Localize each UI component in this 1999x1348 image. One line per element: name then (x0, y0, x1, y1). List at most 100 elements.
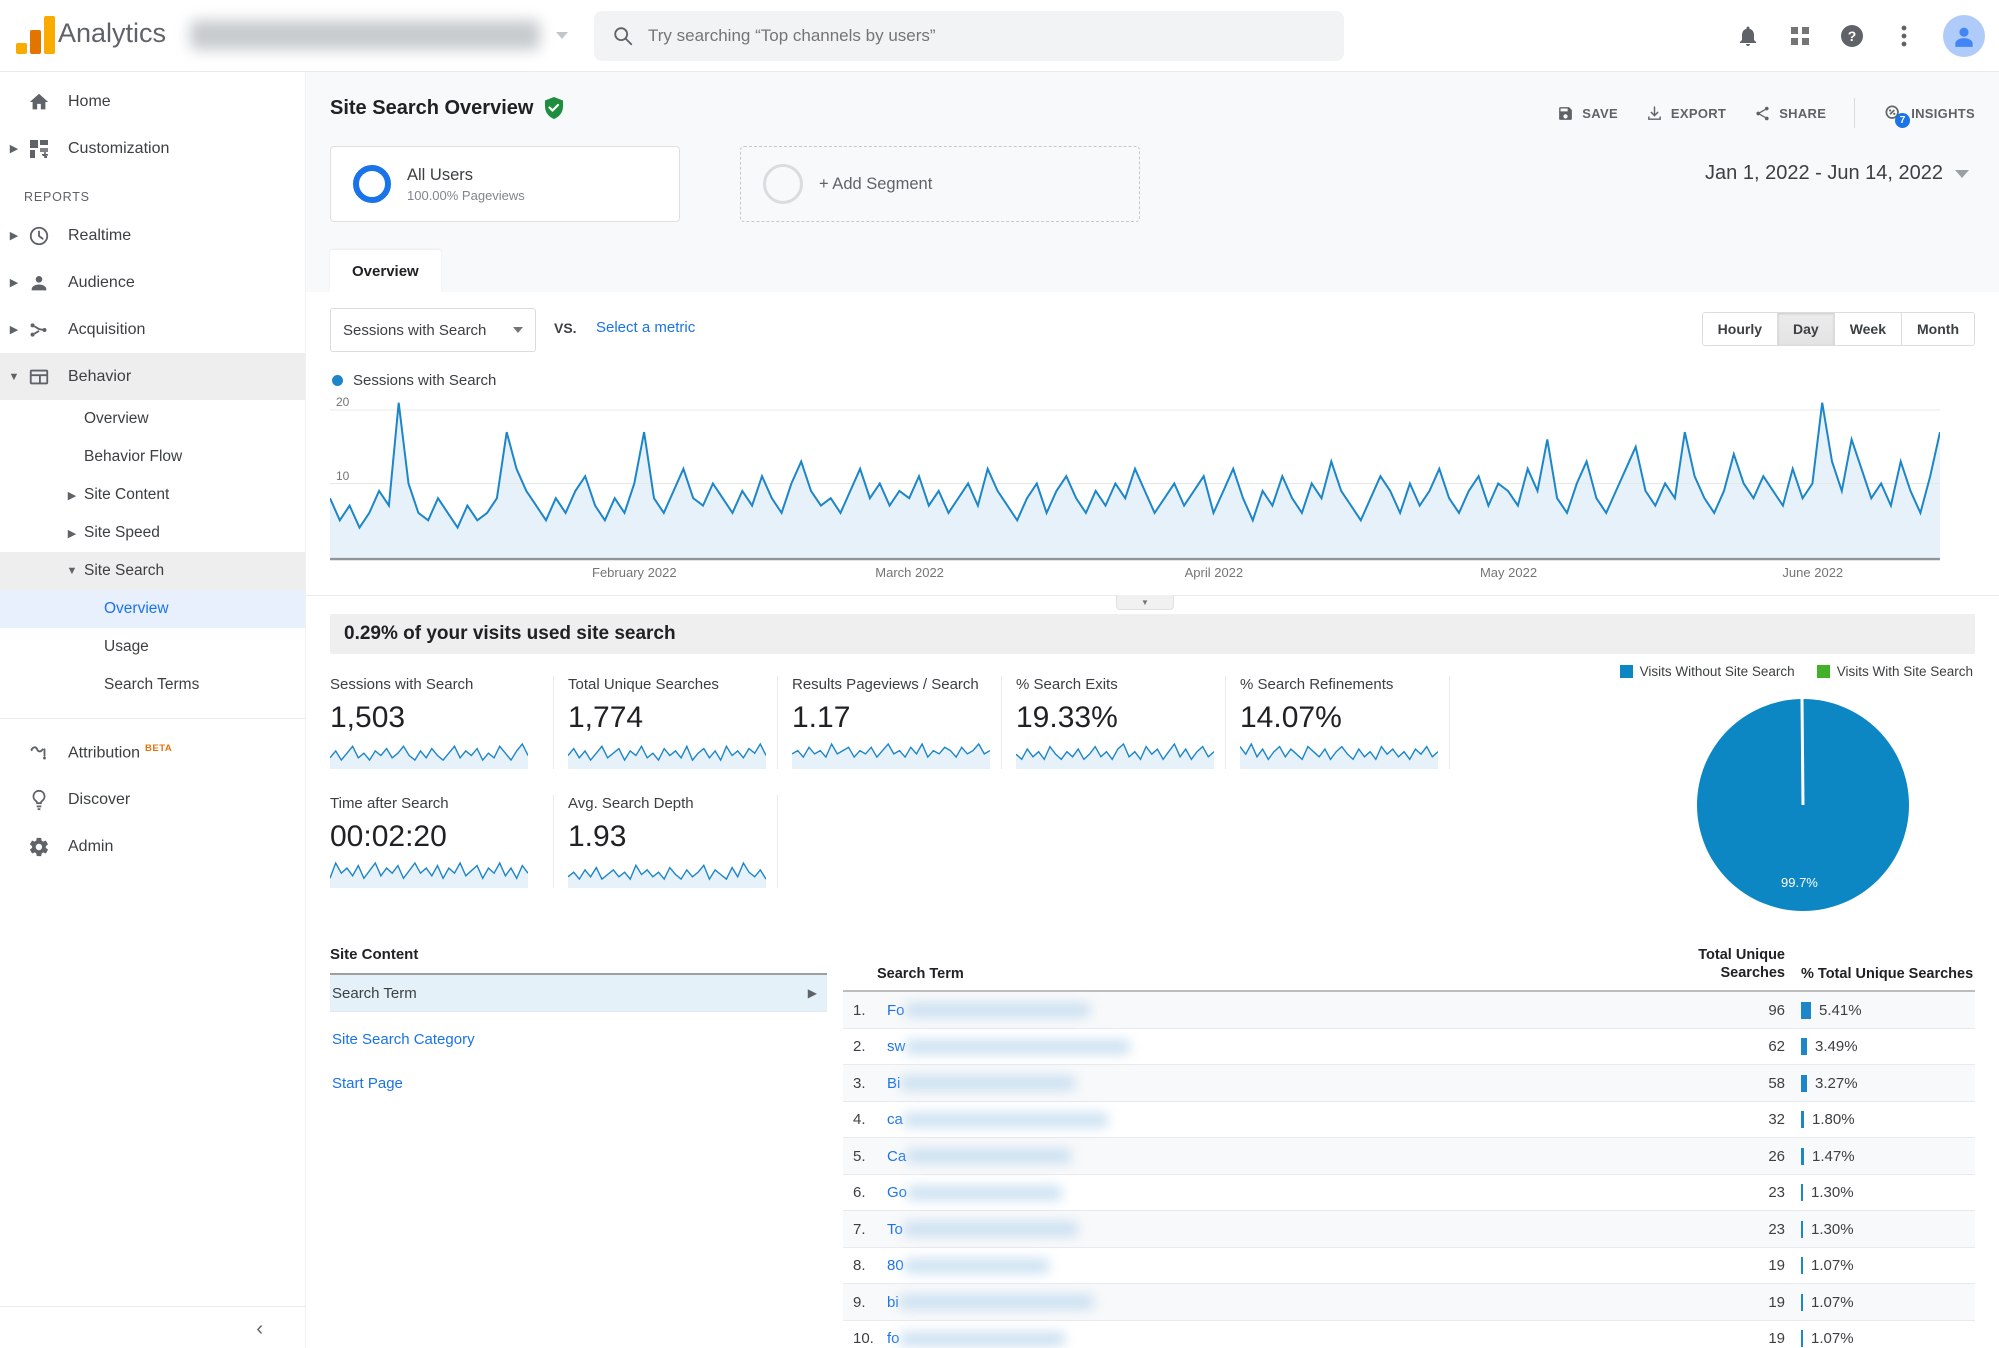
sidebar-item-behavior-flow[interactable]: Behavior Flow (0, 438, 305, 476)
sidebar-item-site-speed[interactable]: ▶ Site Speed (0, 514, 305, 552)
sidebar-item-discover[interactable]: Discover (0, 776, 305, 823)
pie-legend-item[interactable]: Visits Without Site Search (1619, 664, 1795, 679)
apps-grid-icon[interactable] (1787, 23, 1813, 49)
x-axis-tick-label: April 2022 (1184, 565, 1244, 580)
user-avatar[interactable] (1943, 15, 1985, 57)
pie-legend-item[interactable]: Visits With Site Search (1816, 664, 1973, 679)
chart-collapse-tab[interactable]: ▼ (1116, 595, 1174, 610)
sidebar-item-site-search[interactable]: ▼ Site Search (0, 552, 305, 590)
metric-card[interactable]: % Search Refinements 14.07% (1226, 676, 1450, 769)
search-term-link[interactable]: ca (887, 1111, 903, 1128)
insights-button[interactable]: 7 INSIGHTS (1883, 103, 1975, 128)
account-caret-icon[interactable] (556, 32, 568, 39)
percent-value: 1.30% (1811, 1184, 1854, 1201)
percent-bar (1801, 1111, 1804, 1128)
granularity-week[interactable]: Week (1834, 313, 1903, 345)
search-term-link[interactable]: 80 (887, 1257, 904, 1274)
share-button[interactable]: SHARE (1754, 105, 1826, 122)
select-a-metric-link[interactable]: Select a metric (596, 319, 695, 336)
total-unique-searches-value: 19 (1768, 1293, 1785, 1311)
main-content: Site Search Overview SAVE EXPORT SHARE 7… (306, 72, 1999, 1348)
sidebar-item-behavior[interactable]: ▼ Behavior (0, 353, 305, 400)
percent-bar (1801, 1074, 1807, 1092)
search-term-link[interactable]: Bi (887, 1075, 900, 1092)
percent-bar (1801, 1184, 1803, 1201)
search-term-link[interactable]: Go (887, 1184, 907, 1201)
metric-value: 14.07% (1240, 701, 1342, 734)
sidebar-item-home[interactable]: Home (0, 78, 305, 125)
site-search-pie-chart: 99.7% (1693, 695, 1913, 915)
save-button[interactable]: SAVE (1557, 105, 1618, 122)
search-term-link[interactable]: sw (887, 1038, 905, 1055)
sidebar-item-site-search-overview[interactable]: Overview (0, 590, 305, 628)
metric-value: 19.33% (1016, 701, 1118, 734)
search-term-link[interactable]: To (887, 1221, 903, 1238)
search-term-link[interactable]: Fo (887, 1002, 905, 1019)
percent-value: 5.41% (1819, 1001, 1862, 1019)
audience-person-icon (26, 270, 52, 296)
metric-card[interactable]: % Search Exits 19.33% (1002, 676, 1226, 769)
export-button[interactable]: EXPORT (1646, 105, 1726, 122)
sidebar-item-acquisition[interactable]: ▶ Acquisition (0, 306, 305, 353)
x-axis-tick-label: May 2022 (1479, 565, 1538, 580)
col-header-pct-total-unique-searches[interactable]: % Total Unique Searches (1785, 966, 1975, 982)
date-range-picker[interactable]: Jan 1, 2022 - Jun 14, 2022 (1705, 162, 1969, 185)
notifications-bell-icon[interactable] (1735, 23, 1761, 49)
sidebar-divider (0, 718, 305, 719)
metric-card[interactable]: Results Pageviews / Search 1.17 (778, 676, 1002, 769)
segment-all-users[interactable]: All Users 100.00% Pageviews (330, 146, 680, 222)
sidebar-item-site-search-usage[interactable]: Usage (0, 628, 305, 666)
sidebar-item-realtime[interactable]: ▶ Realtime (0, 212, 305, 259)
sidebar-item-search-terms[interactable]: Search Terms (0, 666, 305, 704)
more-vert-icon[interactable] (1891, 23, 1917, 49)
granularity-month[interactable]: Month (1902, 313, 1974, 345)
sidebar-item-attribution[interactable]: Attribution BETA (0, 729, 305, 776)
sidebar: Home ▶ Customization REPORTS ▶ Realtime … (0, 72, 306, 1348)
search-input[interactable] (648, 26, 1248, 46)
sidebar-item-audience[interactable]: ▶ Audience (0, 259, 305, 306)
x-axis-tick-label: June 2022 (1782, 565, 1844, 580)
dimension-site-search-category[interactable]: Site Search Category (330, 1022, 827, 1056)
sidebar-collapse-chevron-icon[interactable]: ‹ (0, 1306, 305, 1348)
tab-overview[interactable]: Overview (330, 250, 441, 292)
metric-select-dropdown[interactable]: Sessions with Search (330, 308, 536, 352)
home-icon (26, 89, 52, 115)
metric-card[interactable]: Avg. Search Depth 1.93 (554, 795, 778, 888)
metric-card[interactable]: Time after Search 00:02:20 (330, 795, 554, 888)
percent-value: 1.80% (1812, 1111, 1855, 1128)
sidebar-item-behavior-overview[interactable]: Overview (0, 400, 305, 438)
help-icon[interactable]: ? (1839, 23, 1865, 49)
metric-sparkline (792, 741, 990, 769)
metric-card[interactable]: Total Unique Searches 1,774 (554, 676, 778, 769)
customization-icon (26, 136, 52, 162)
dimension-start-page[interactable]: Start Page (330, 1066, 827, 1100)
add-segment-button[interactable]: + Add Segment (740, 146, 1140, 222)
account-selector-blurred[interactable] (190, 20, 540, 50)
svg-text:99.7%: 99.7% (1781, 875, 1818, 890)
sidebar-item-site-content[interactable]: ▶ Site Content (0, 476, 305, 514)
search-term-link[interactable]: Ca (887, 1148, 906, 1165)
insights-icon: 7 (1883, 103, 1911, 128)
segment-ring-icon (353, 165, 391, 203)
analytics-logo-icon[interactable] (16, 16, 55, 54)
col-header-search-term[interactable]: Search Term (843, 966, 1635, 982)
global-search[interactable] (594, 11, 1344, 61)
search-term-link[interactable]: fo (887, 1330, 900, 1347)
percent-value: 3.27% (1815, 1074, 1858, 1092)
site-content-title: Site Content (330, 946, 827, 975)
dimension-search-term[interactable]: Search Term ▶ (330, 975, 827, 1012)
metric-card[interactable]: Sessions with Search 1,503 (330, 676, 554, 769)
sidebar-item-admin[interactable]: Admin (0, 823, 305, 870)
page-title: Site Search Overview (330, 96, 534, 119)
col-header-total-unique-searches[interactable]: Total Unique Searches (1635, 946, 1785, 982)
search-term-link[interactable]: bi (887, 1294, 899, 1311)
granularity-day[interactable]: Day (1778, 313, 1835, 345)
search-term-row: 9. bi 19 1.07% (843, 1284, 1975, 1321)
sidebar-item-customization[interactable]: ▶ Customization (0, 125, 305, 172)
brand-title[interactable]: Analytics (58, 18, 166, 49)
total-unique-searches-value: 58 (1768, 1074, 1785, 1092)
metric-value: 1.93 (568, 820, 627, 853)
percent-value: 1.47% (1812, 1147, 1855, 1165)
legend-swatch-icon (1816, 665, 1830, 678)
granularity-hourly[interactable]: Hourly (1702, 313, 1778, 345)
